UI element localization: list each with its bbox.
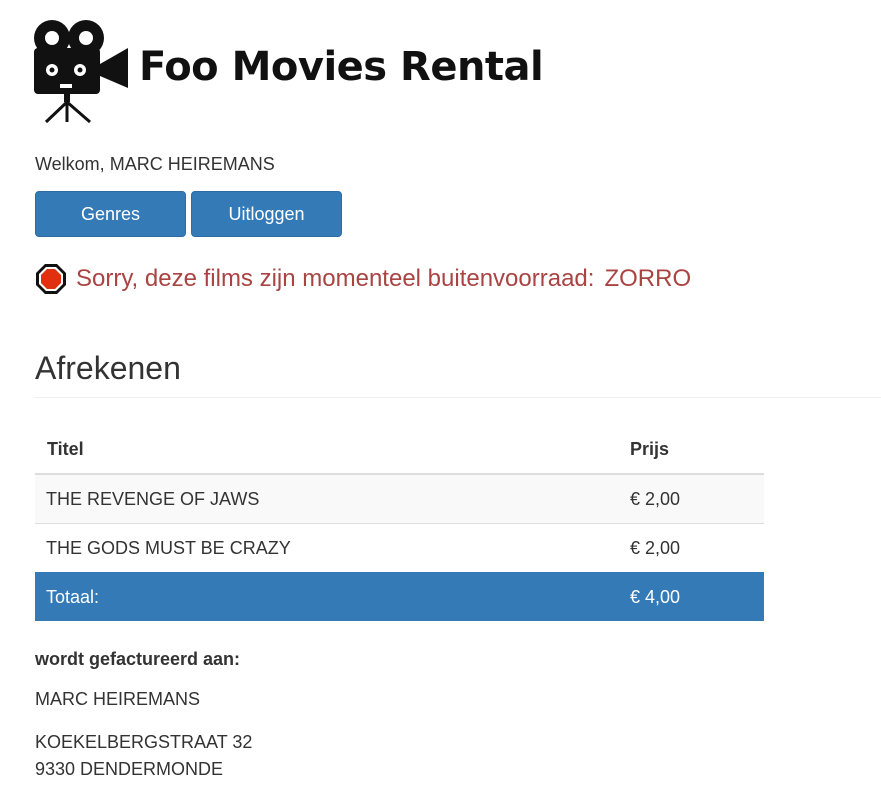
column-header-title: Titel: [35, 425, 630, 475]
alert-film-list: ZORRO: [604, 265, 692, 292]
genres-button[interactable]: Genres: [35, 191, 186, 237]
site-header: Foo Movies Rental: [30, 18, 544, 124]
row-title: THE GODS MUST BE CRAZY: [35, 523, 630, 573]
nav-buttons: Genres Uitloggen: [35, 191, 342, 237]
alert-message: Sorry, deze films zijn momenteel buitenv…: [76, 265, 595, 292]
table-header-row: Titel Prijs: [35, 425, 764, 475]
billing-name: MARC HEIREMANS: [35, 689, 201, 709]
row-price: € 2,00: [630, 523, 764, 573]
stop-icon: [36, 264, 66, 294]
welcome-prefix: Welkom,: [35, 154, 105, 174]
column-header-price: Prijs: [630, 425, 764, 475]
total-row: Totaal: € 4,00: [35, 572, 764, 621]
out-of-stock-alert: Sorry, deze films zijn momenteel buitenv…: [35, 263, 691, 295]
logout-button[interactable]: Uitloggen: [191, 191, 342, 237]
total-value: € 4,00: [630, 572, 764, 621]
movie-camera-icon: [34, 20, 128, 124]
section-divider: [35, 397, 881, 398]
billing-address: KOEKELBERGSTRAAT 32 9330 DENDERMONDE: [35, 729, 252, 783]
billing-street: KOEKELBERGSTRAAT 32: [35, 732, 253, 752]
billing-label: wordt gefactureerd aan:: [35, 649, 241, 669]
table-row: THE REVENGE OF JAWS € 2,00: [35, 473, 764, 524]
welcome-message: Welkom, MARC HEIREMANS: [35, 153, 275, 175]
billing-city: 9330 DENDERMONDE: [35, 759, 224, 779]
welcome-user-name: MARC HEIREMANS: [109, 154, 275, 174]
row-price: € 2,00: [630, 473, 764, 524]
checkout-title: Afrekenen: [35, 350, 181, 386]
cart-table: Titel Prijs THE REVENGE OF JAWS € 2,00 T…: [35, 425, 764, 621]
row-title: THE REVENGE OF JAWS: [35, 473, 630, 524]
site-title: Foo Movies Rental: [139, 44, 544, 90]
table-row: THE GODS MUST BE CRAZY € 2,00: [35, 523, 764, 573]
total-label: Totaal:: [35, 572, 630, 621]
